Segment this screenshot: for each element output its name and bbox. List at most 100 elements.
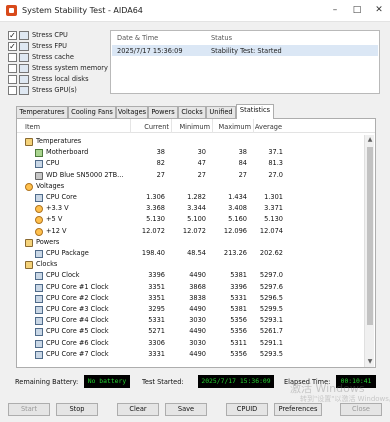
tab-powers[interactable]: Powers (148, 106, 178, 118)
table-row[interactable]: CPU Core #2 Clock 3351 3838 5331 5296.5 (17, 293, 361, 304)
stop-button[interactable]: Stop (56, 403, 98, 416)
stress-fpu-checkbox[interactable]: ✓ (8, 42, 17, 51)
stress-fpu-option[interactable]: ✓ Stress FPU (8, 41, 113, 52)
cpu-icon (35, 160, 43, 169)
value-minimum: 30 (197, 148, 206, 157)
value-average: 81.3 (268, 159, 283, 168)
value-maximum: 5381 (230, 305, 247, 313)
row-label: +12 V (46, 226, 67, 235)
stress-cpu-option[interactable]: ✓ Stress CPU (8, 30, 113, 41)
tab-cooling-fans[interactable]: Cooling Fans (68, 106, 116, 118)
table-category-row[interactable]: Temperatures (17, 136, 361, 147)
memory-icon (19, 64, 29, 73)
scroll-down-icon[interactable]: ▼ (365, 357, 375, 367)
test-log[interactable]: Date & Time Status 2025/7/17 15:36:09 St… (110, 30, 380, 94)
tab-unified[interactable]: Unified (206, 106, 236, 118)
window-title: System Stability Test - AIDA64 (22, 6, 143, 15)
stress-disks-label: Stress local disks (32, 75, 89, 83)
stress-gpu-checkbox[interactable] (8, 86, 17, 95)
thermometer-icon (25, 138, 33, 146)
close-window-button[interactable]: ✕ (369, 3, 389, 18)
preferences-button[interactable]: Preferences (274, 403, 322, 416)
statistics-table[interactable]: Item Current Minimum Maximum Average Tem… (16, 118, 376, 368)
value-current: 5271 (148, 327, 165, 336)
minimize-button[interactable]: – (325, 3, 345, 18)
value-average: 202.62 (259, 249, 283, 257)
value-minimum: 5.100 (187, 215, 206, 224)
stress-memory-label: Stress system memory (32, 64, 108, 72)
table-category-row[interactable]: Powers (17, 237, 361, 248)
value-current: 3295 (148, 305, 165, 313)
table-row[interactable]: CPU Core #3 Clock 3295 4490 5381 5299.5 (17, 304, 361, 315)
table-row[interactable]: CPU Package 198.40 48.54 213.26 202.62 (17, 248, 361, 259)
value-minimum: 1.282 (187, 193, 206, 201)
close-button[interactable]: Close (340, 403, 382, 416)
row-label: Powers (36, 237, 60, 246)
start-button[interactable]: Start (8, 403, 50, 416)
table-row[interactable]: CPU Core #7 Clock 3331 4490 5356 5293.5 (17, 349, 361, 360)
table-row[interactable]: CPU Core #6 Clock 3306 3030 5311 5291.1 (17, 338, 361, 349)
stress-disks-checkbox[interactable] (8, 75, 17, 84)
table-category-row[interactable]: Voltages (17, 181, 361, 192)
value-minimum: 4490 (189, 349, 206, 358)
value-average: 3.371 (264, 204, 283, 213)
value-average: 5261.7 (259, 327, 283, 336)
header-current[interactable]: Current (131, 123, 169, 131)
table-row[interactable]: +3.3 V 3.368 3.344 3.408 3.371 (17, 203, 361, 214)
value-maximum: 5356 (230, 327, 247, 336)
scroll-up-icon[interactable]: ▲ (365, 135, 375, 145)
value-average: 27.0 (268, 170, 283, 179)
save-button[interactable]: Save (165, 403, 207, 416)
table-row[interactable]: CPU Core #5 Clock 5271 4490 5356 5261.7 (17, 326, 361, 337)
tab-voltages[interactable]: Voltages (116, 106, 148, 118)
tab-statistics[interactable]: Statistics (236, 104, 274, 119)
stress-cpu-label: Stress CPU (32, 31, 68, 39)
tab-temperatures[interactable]: Temperatures (16, 106, 68, 118)
table-header: Item Current Minimum Maximum Average (17, 119, 375, 133)
header-average[interactable]: Average (242, 123, 282, 131)
table-row[interactable]: WD Blue SN5000 2TB... 27 27 27 27.0 (17, 170, 361, 181)
header-minimum[interactable]: Minimum (172, 123, 210, 131)
value-average: 5299.5 (259, 305, 283, 313)
cpu-icon (19, 31, 29, 40)
maximize-button[interactable]: □ (347, 3, 367, 18)
row-label: CPU Core #5 Clock (46, 327, 109, 336)
table-row[interactable]: +12 V 12.072 12.072 12.096 12.074 (17, 226, 361, 237)
row-label: CPU Core #7 Clock (46, 349, 109, 358)
clear-button[interactable]: Clear (117, 403, 159, 416)
value-current: 82 (156, 159, 165, 168)
table-row[interactable]: CPU Core #1 Clock 3351 3868 3396 5297.6 (17, 282, 361, 293)
stress-disks-option[interactable]: Stress local disks (8, 74, 113, 85)
stress-cpu-checkbox[interactable]: ✓ (8, 31, 17, 40)
clock-cpu-icon (35, 317, 43, 326)
stress-gpu-option[interactable]: Stress GPU(s) (8, 85, 113, 96)
stress-memory-option[interactable]: Stress system memory (8, 63, 113, 74)
tab-clocks[interactable]: Clocks (178, 106, 206, 118)
scroll-thumb[interactable] (367, 147, 373, 325)
value-current: 198.40 (141, 249, 165, 257)
cpuid-button[interactable]: CPUID (226, 403, 268, 416)
voltage-icon (25, 182, 33, 191)
stress-cache-checkbox[interactable] (8, 53, 17, 62)
aida64-app-icon (6, 5, 17, 16)
table-row[interactable]: CPU 82 47 84 81.3 (17, 158, 361, 169)
value-minimum: 4490 (189, 271, 206, 280)
table-row[interactable]: +5 V 5.130 5.100 5.160 5.130 (17, 214, 361, 225)
row-label: +5 V (46, 215, 63, 224)
clock-cpu-icon (35, 339, 43, 348)
value-average: 1.301 (264, 193, 283, 201)
stress-cache-option[interactable]: Stress cache (8, 52, 113, 63)
stress-fpu-label: Stress FPU (32, 42, 67, 50)
gpu-icon (19, 86, 29, 95)
table-row[interactable]: CPU Clock 3396 4490 5381 5297.0 (17, 270, 361, 281)
table-category-row[interactable]: Clocks (17, 259, 361, 270)
value-maximum: 5311 (230, 338, 247, 347)
value-maximum: 1.434 (228, 193, 247, 201)
table-row[interactable]: CPU Core 1.306 1.282 1.434 1.301 (17, 192, 361, 203)
table-row[interactable]: CPU Core #4 Clock 5331 3030 5356 5293.1 (17, 315, 361, 326)
header-item[interactable]: Item (25, 123, 40, 131)
stress-memory-checkbox[interactable] (8, 64, 17, 73)
value-maximum: 5356 (230, 349, 247, 358)
vertical-scrollbar[interactable]: ▲ ▼ (364, 135, 374, 367)
table-row[interactable]: Motherboard 38 30 38 37.1 (17, 147, 361, 158)
